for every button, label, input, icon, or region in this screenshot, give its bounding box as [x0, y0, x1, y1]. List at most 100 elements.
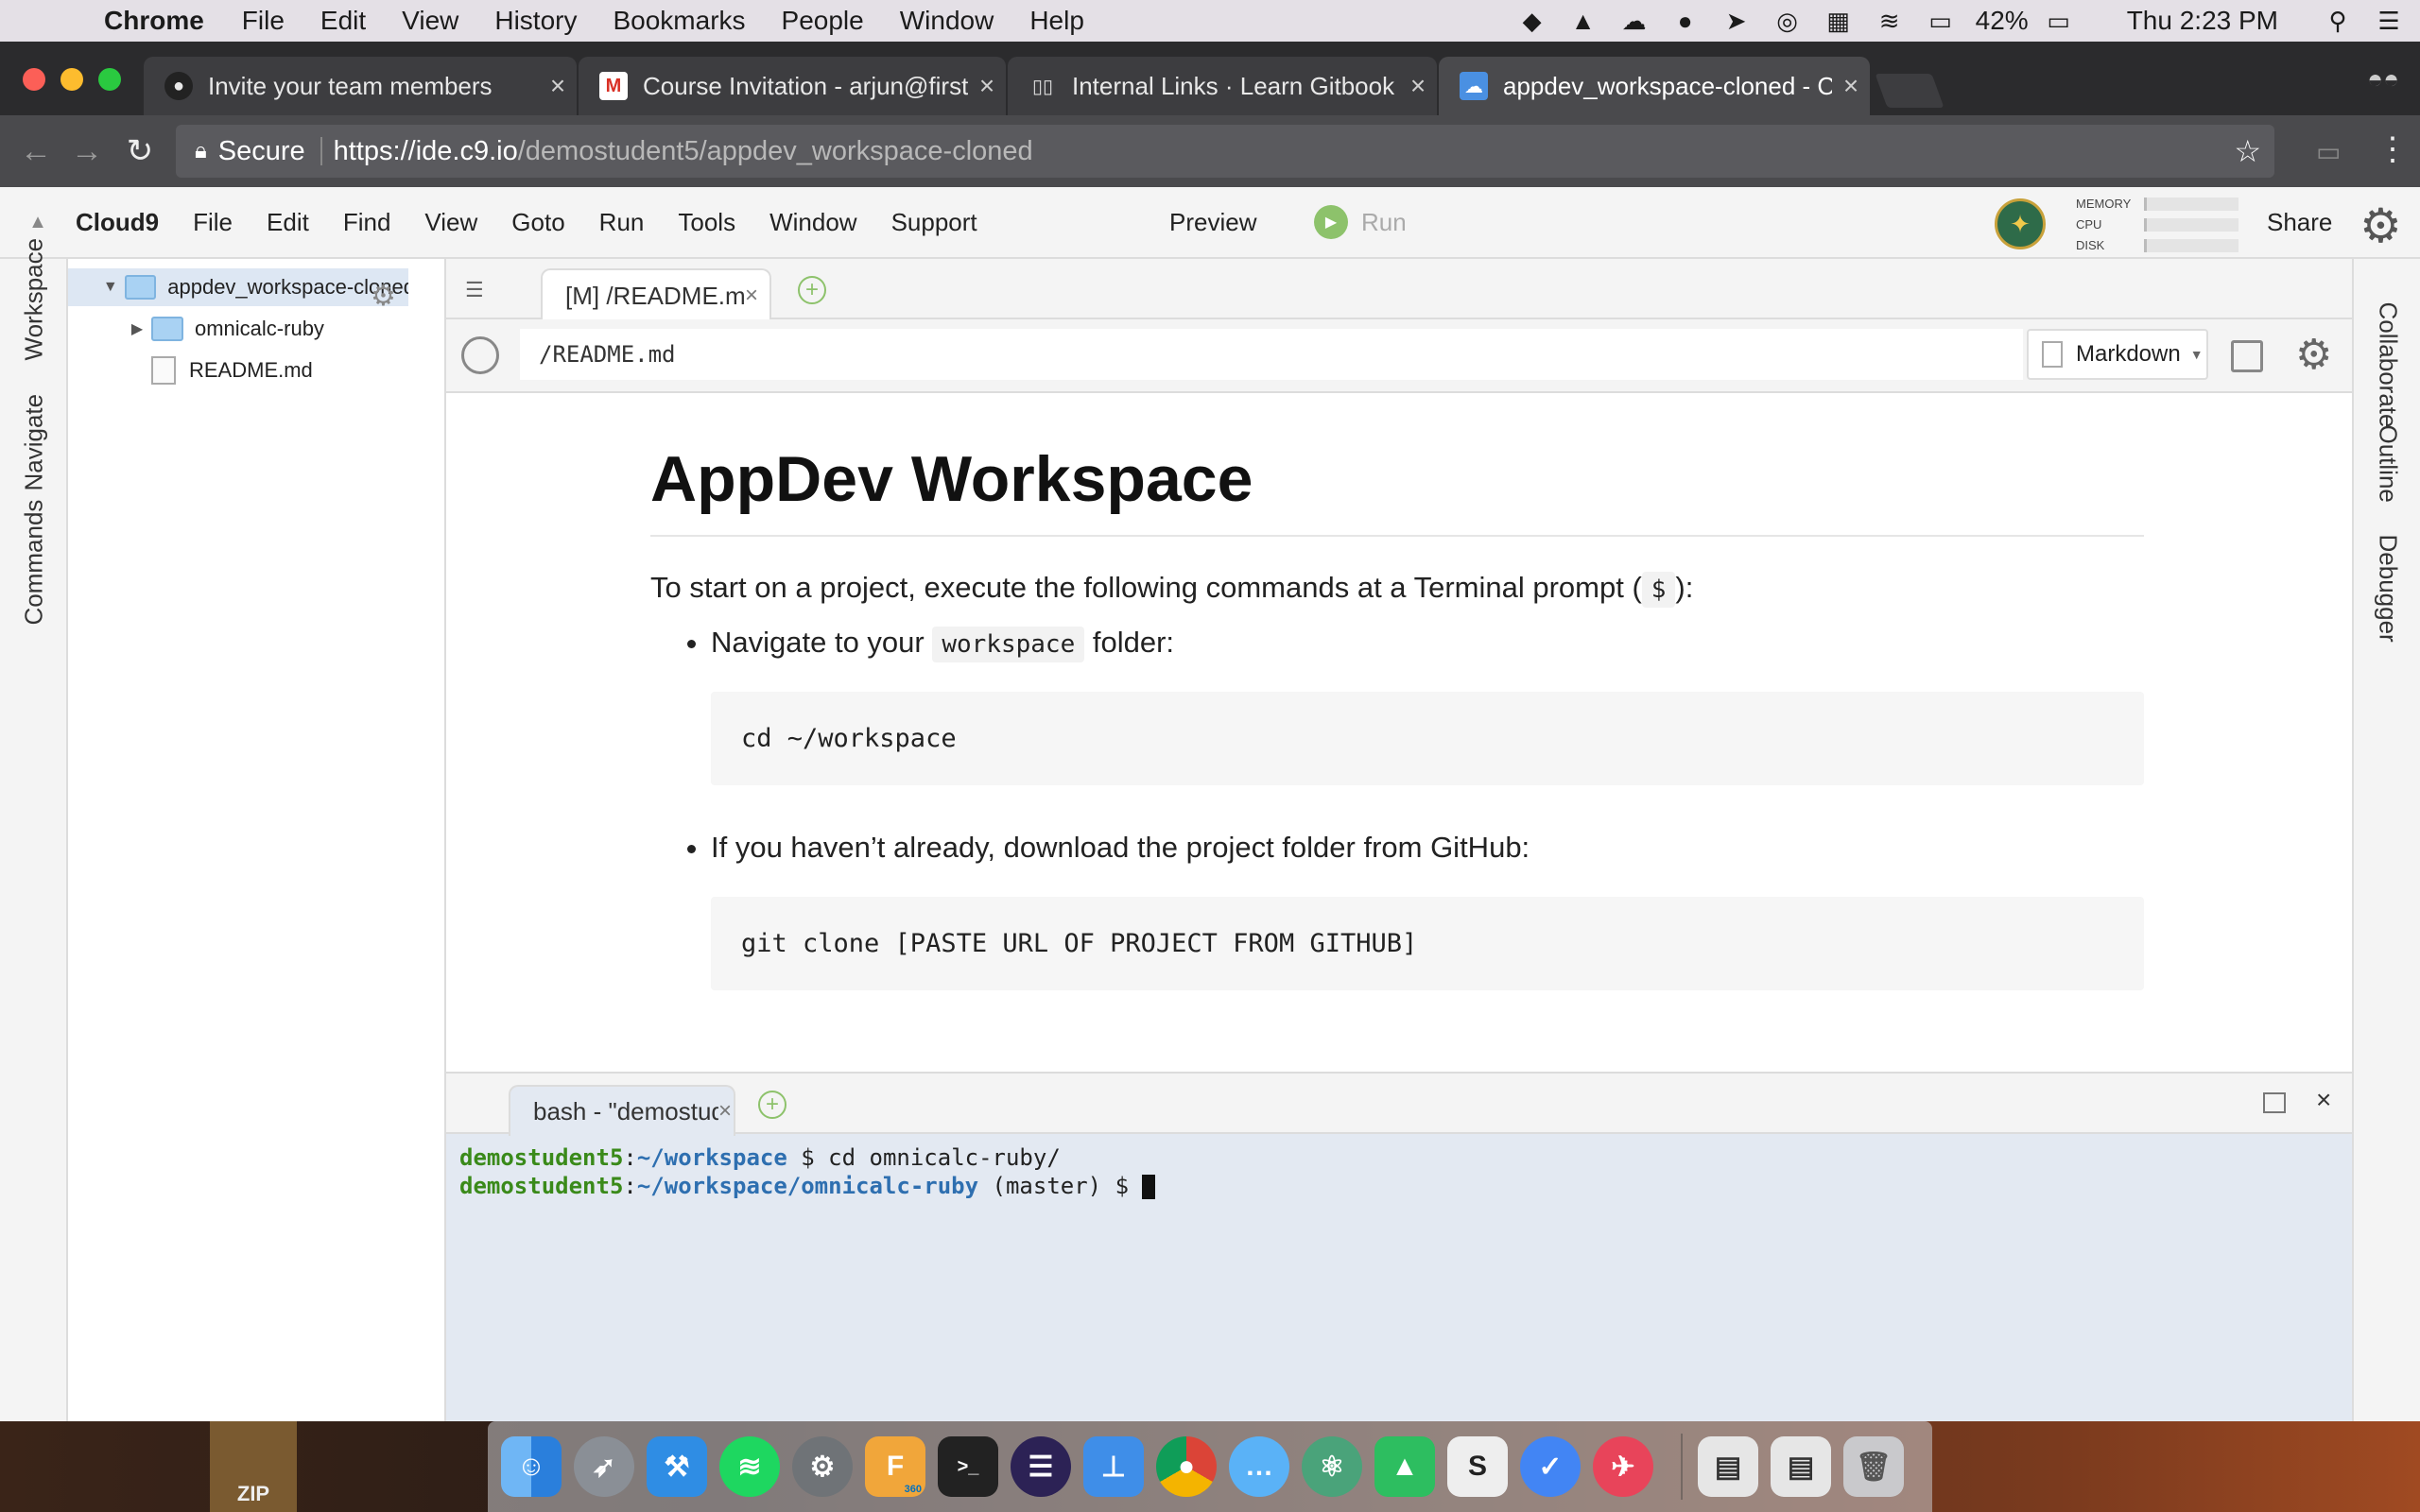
ide-menu-tools[interactable]: Tools: [678, 208, 735, 237]
keynote-icon[interactable]: ⊥: [1083, 1436, 1144, 1497]
tab-debugger[interactable]: Debugger: [2374, 535, 2403, 643]
share-button[interactable]: Share: [2267, 208, 2332, 237]
popout-icon[interactable]: [2231, 340, 2263, 372]
collapse-menu-icon[interactable]: ▲: [0, 212, 76, 233]
browser-tab-cloud9[interactable]: ☁ appdev_workspace-cloned - Cloud9 ×: [1439, 57, 1870, 115]
new-tab-plus-icon[interactable]: +: [798, 276, 826, 304]
address-bar[interactable]: 🔒︎ Secure https://ide.c9.io /demostudent…: [176, 125, 2274, 178]
trash-icon[interactable]: 🗑︎: [1843, 1436, 1904, 1497]
terminal-icon[interactable]: >_: [938, 1436, 998, 1497]
collapsed-triangle-icon[interactable]: ▶: [123, 319, 151, 338]
menu-view[interactable]: View: [402, 6, 458, 36]
minimize-window-button[interactable]: [60, 68, 83, 91]
cast-icon[interactable]: ▭: [2316, 136, 2341, 167]
finder-icon[interactable]: ☺: [501, 1436, 562, 1497]
browser-tab-gitbook[interactable]: ▯▯ Internal Links · Learn Gitbook ×: [1008, 57, 1437, 115]
close-window-button[interactable]: [23, 68, 45, 91]
close-tab-icon[interactable]: ×: [1399, 71, 1437, 101]
eclipse-icon[interactable]: ☰: [1011, 1436, 1071, 1497]
preview-settings-gear-icon[interactable]: ⚙: [2295, 331, 2332, 379]
scrivener-icon[interactable]: S: [1447, 1436, 1508, 1497]
close-tab-icon[interactable]: ×: [745, 283, 758, 309]
elephant-icon[interactable]: ●: [1669, 7, 1702, 35]
ide-brand-menu[interactable]: Cloud9: [76, 208, 159, 237]
inbox-icon[interactable]: ✓: [1520, 1436, 1581, 1497]
close-tab-icon[interactable]: ×: [539, 71, 577, 101]
terminal-pane[interactable]: bash - "demostudent5" × + × demostudent5…: [446, 1072, 2352, 1421]
tab-workspace[interactable]: Workspace: [20, 238, 49, 361]
menu-bookmarks[interactable]: Bookmarks: [613, 6, 745, 36]
tab-collaborate[interactable]: Collaborate: [2374, 302, 2403, 428]
dropbox-icon[interactable]: ◆: [1516, 7, 1548, 35]
ide-menu-run[interactable]: Run: [599, 208, 645, 237]
ide-menu-find[interactable]: Find: [343, 208, 391, 237]
notification-center-icon[interactable]: ☰: [2373, 7, 2405, 35]
tree-item-readme[interactable]: README.md: [68, 352, 313, 389]
preview-button[interactable]: Preview: [1169, 208, 1256, 237]
xcode-icon[interactable]: ⚒: [647, 1436, 707, 1497]
tab-outline[interactable]: Outline: [2374, 425, 2403, 503]
close-tab-icon[interactable]: ×: [1832, 71, 1870, 101]
ide-menu-goto[interactable]: Goto: [511, 208, 564, 237]
tree-item-omnicalc-ruby[interactable]: ▶ omnicalc-ruby: [68, 310, 324, 348]
tab-list-icon[interactable]: ☰: [465, 278, 484, 302]
reload-icon[interactable]: ↻: [117, 129, 163, 174]
tab-navigate[interactable]: Navigate: [20, 394, 49, 491]
chrome-menu-icon[interactable]: ⋮: [2377, 130, 2409, 168]
ide-menu-file[interactable]: File: [193, 208, 233, 237]
ide-menu-window[interactable]: Window: [769, 208, 856, 237]
run-button[interactable]: ▶ Run: [1314, 205, 1407, 239]
grid-icon[interactable]: ▦: [1823, 7, 1855, 35]
profile-icon[interactable]: ◓◓: [2367, 64, 2399, 94]
menu-history[interactable]: History: [494, 6, 577, 36]
zoom-window-button[interactable]: [98, 68, 121, 91]
menu-file[interactable]: File: [242, 6, 285, 36]
menu-people[interactable]: People: [782, 6, 864, 36]
airplay-icon[interactable]: ▭: [1925, 7, 1957, 35]
airmail-icon[interactable]: ➤: [1720, 7, 1753, 35]
refresh-icon[interactable]: [461, 336, 499, 374]
forward-arrow-icon[interactable]: →: [64, 129, 110, 174]
airmail-icon[interactable]: ✈: [1593, 1436, 1653, 1497]
ide-menu-view[interactable]: View: [424, 208, 477, 237]
menu-help[interactable]: Help: [1029, 6, 1084, 36]
timemachine-icon[interactable]: ◎: [1772, 7, 1804, 35]
terminal-output[interactable]: demostudent5:~/workspace $ cd omnicalc-r…: [459, 1143, 1156, 1200]
menu-app-name[interactable]: Chrome: [104, 6, 204, 36]
tree-settings-gear-icon[interactable]: ⚙: [371, 280, 396, 313]
menu-edit[interactable]: Edit: [320, 6, 366, 36]
download-stack-icon[interactable]: ▤: [1698, 1436, 1758, 1497]
launchpad-icon[interactable]: ➶: [574, 1436, 634, 1497]
battery-icon[interactable]: ▭: [2038, 7, 2080, 35]
close-tab-icon[interactable]: ×: [718, 1098, 732, 1125]
ide-menu-edit[interactable]: Edit: [267, 208, 309, 237]
terminal-tab-bash[interactable]: bash - "demostudent5" ×: [509, 1085, 735, 1136]
close-tab-icon[interactable]: ×: [968, 71, 1006, 101]
bookmark-star-icon[interactable]: ☆: [2234, 133, 2261, 169]
cloud-upload-icon[interactable]: ☁: [1618, 7, 1651, 35]
editor-tab-readme[interactable]: [M] /README.md ×: [541, 268, 771, 321]
tab-commands[interactable]: Commands: [20, 500, 49, 626]
evernote-icon[interactable]: ▲: [1374, 1436, 1435, 1497]
maximize-icon[interactable]: [2263, 1092, 2286, 1113]
zip-file-icon[interactable]: ZIP: [210, 1421, 297, 1512]
spotify-icon[interactable]: ≋: [719, 1436, 780, 1497]
chrome-icon[interactable]: ●: [1156, 1436, 1217, 1497]
preview-path-input[interactable]: /README.md: [520, 329, 2023, 380]
ide-menu-support[interactable]: Support: [891, 208, 977, 237]
spotlight-search-icon[interactable]: ⚲: [2322, 7, 2354, 35]
preferences-gear-icon[interactable]: ⚙: [2360, 198, 2402, 253]
menu-window[interactable]: Window: [900, 6, 994, 36]
wifi-icon[interactable]: ≋: [1874, 7, 1906, 35]
atom-icon[interactable]: ⚛: [1302, 1436, 1362, 1497]
avatar[interactable]: ✦: [1995, 198, 2046, 249]
browser-tab-gmail[interactable]: M Course Invitation - arjun@firstdraft ×: [579, 57, 1006, 115]
messages-icon[interactable]: …: [1229, 1436, 1289, 1497]
browser-tab-github[interactable]: ● Invite your team members ×: [144, 57, 577, 115]
preview-mode-select[interactable]: Markdown ▼: [2027, 329, 2208, 380]
new-tab-button[interactable]: [1875, 74, 1945, 108]
tree-root-folder[interactable]: ▼ appdev_workspace-cloned: [68, 268, 408, 306]
close-panel-icon[interactable]: ×: [2316, 1085, 2331, 1115]
system-preferences-icon[interactable]: ⚙: [792, 1436, 853, 1497]
evernote-icon[interactable]: ▲: [1567, 7, 1599, 35]
